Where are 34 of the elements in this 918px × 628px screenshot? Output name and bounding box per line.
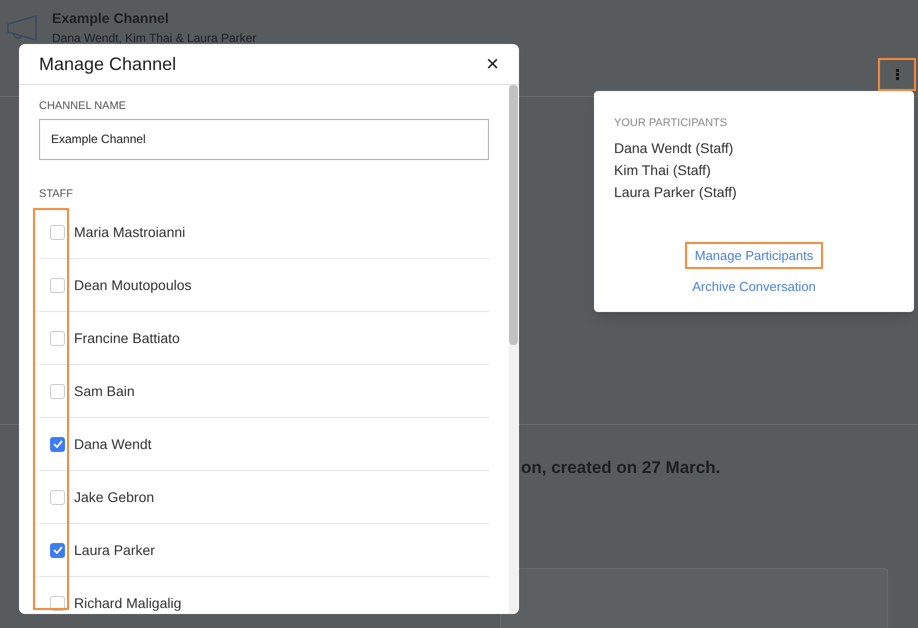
- check-icon: [52, 440, 62, 448]
- staff-checkbox[interactable]: [50, 330, 65, 346]
- participant-name: Dana Wendt (Staff): [614, 138, 734, 158]
- channel-name-input[interactable]: Example Channel: [39, 118, 489, 160]
- kebab-menu-icon: [896, 69, 898, 80]
- channel-members: Dana Wendt, Kim Thai & Laura Parker: [52, 30, 256, 46]
- staff-name: Dean Moutopoulos: [74, 276, 192, 295]
- megaphone-icon: [6, 14, 40, 42]
- staff-checkbox[interactable]: [50, 384, 65, 398]
- channel-title: Example Channel: [52, 10, 170, 28]
- staff-checkbox[interactable]: [50, 542, 65, 558]
- conversation-info: on, created on 27 March.: [521, 458, 720, 477]
- participant-name: Kim Thai (Staff): [614, 160, 712, 180]
- staff-label: STAFF: [39, 186, 74, 202]
- staff-name: Sam Bain: [74, 382, 135, 400]
- participant-name: Laura Parker (Staff): [614, 182, 738, 202]
- staff-name: Laura Parker: [74, 540, 155, 560]
- close-button[interactable]: ×: [486, 53, 499, 75]
- staff-name: Maria Mastroianni: [74, 222, 186, 242]
- more-options-button[interactable]: [878, 58, 916, 91]
- participants-heading: YOUR PARTICIPANTS: [614, 116, 728, 131]
- check-icon: [52, 546, 62, 554]
- staff-checkbox[interactable]: [50, 436, 65, 452]
- staff-checkbox[interactable]: [50, 490, 65, 504]
- channel-name-label: CHANNEL NAME: [39, 99, 127, 114]
- modal-title: Manage Channel: [39, 52, 176, 76]
- staff-name: Dana Wendt: [74, 434, 152, 454]
- staff-name: Richard Maligalig: [74, 594, 182, 613]
- menu-link[interactable]: Archive Conversation: [682, 273, 826, 300]
- staff-name: Jake Gebron: [74, 488, 154, 506]
- staff-name: Francine Battiato: [74, 328, 180, 348]
- menu-link[interactable]: Manage Participants: [684, 242, 824, 269]
- staff-checkbox[interactable]: [50, 278, 65, 292]
- staff-checkbox[interactable]: [50, 224, 65, 240]
